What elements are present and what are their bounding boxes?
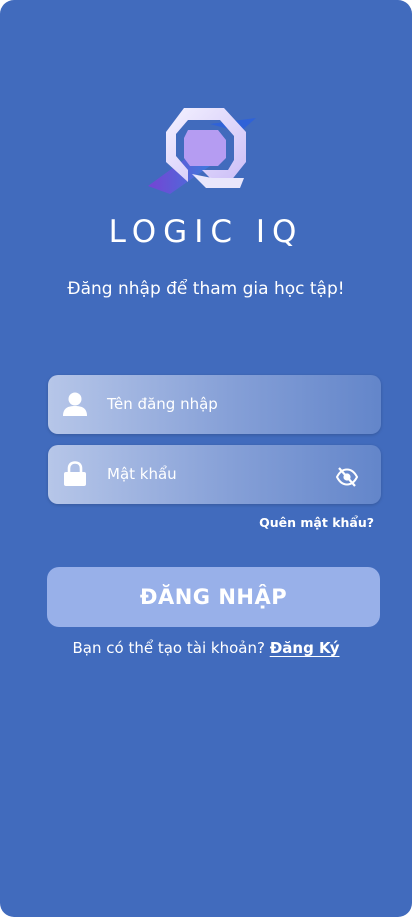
lock-icon (64, 461, 86, 486)
login-screen: LOGIC IQ Đăng nhập để tham gia học tập! … (0, 0, 412, 917)
password-field[interactable]: Mật khẩu (48, 445, 381, 504)
signup-prompt: Bạn có thể tạo tài khoản? (72, 639, 265, 657)
eye-off-icon[interactable] (335, 467, 359, 487)
login-subtitle: Đăng nhập để tham gia học tập! (67, 279, 345, 299)
signup-link[interactable]: Đăng Ký (270, 639, 340, 657)
password-placeholder: Mật khẩu (107, 465, 177, 483)
signup-row: Bạn có thể tạo tài khoản? Đăng Ký (0, 639, 412, 657)
user-icon (63, 392, 87, 416)
brand-name: LOGIC IQ (108, 214, 304, 250)
login-button[interactable]: ĐĂNG NHẬP (47, 567, 380, 627)
username-field[interactable]: Tên đăng nhập (48, 375, 381, 434)
logic-iq-logo (148, 108, 256, 194)
username-placeholder: Tên đăng nhập (107, 395, 218, 413)
forgot-password-link[interactable]: Quên mật khẩu? (259, 515, 374, 530)
